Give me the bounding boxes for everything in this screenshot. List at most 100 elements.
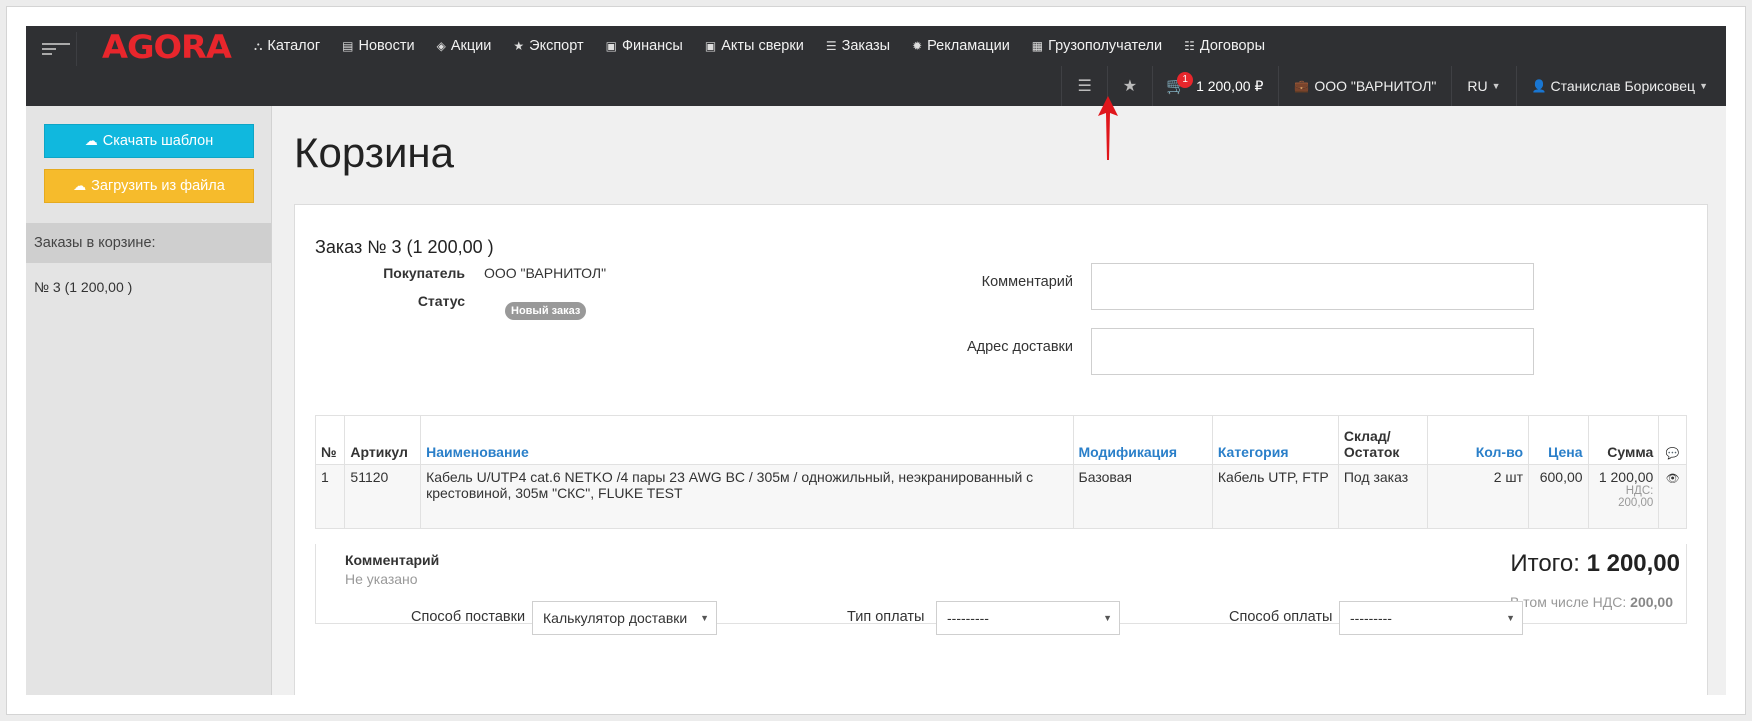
col-name-sort[interactable]: Наименование [420,415,1074,465]
upload-file-button[interactable]: ☁ Загрузить из файла [44,169,254,203]
cart-count-badge: 1 [1177,72,1194,88]
button-label: Загрузить из файла [91,178,225,194]
cell-name: Кабель U/UTP4 cat.6 NETKO /4 пары 23 AWG… [420,464,1074,529]
cell-article: 51120 [344,464,422,529]
nav-label: Каталог [267,38,321,54]
nav-item-export[interactable]: ★ Экспорт [513,38,583,54]
red-arrow-annotation [1098,96,1118,160]
star-icon: ★ [1122,78,1138,95]
vat-value: 200,00 [1630,594,1673,610]
summary-comment-value: Не указано [345,571,418,587]
summary-comment-label: Комментарий [345,552,440,568]
col-category-sort[interactable]: Категория [1211,415,1339,465]
sum-value: 1 200,00 [1598,469,1654,485]
eye-slash-icon[interactable]: 👁 [1666,473,1680,485]
status-label: Статус [417,293,465,309]
star-icon: ★ [513,39,525,53]
nav-label: Экспорт [529,38,584,54]
company-name: ООО "ВАРНИТОЛ" [1314,78,1437,94]
divider [76,32,77,66]
chevron-down-icon: ▼ [1506,613,1515,623]
language-label: RU [1467,78,1488,94]
main-nav: ⛬ Каталог ▤ Новости ◈ Акции ★ Экспорт ▣ Финан… [254,26,1287,66]
nav-item-contracts[interactable]: ☷ Договоры [1184,38,1265,54]
brand-logo[interactable]: AGORA [102,29,232,65]
cell-qty: 2 шт [1427,464,1530,529]
col-price-sort[interactable]: Цена [1528,415,1589,465]
chevron-down-icon: ▼ [1103,613,1112,623]
cloud-download-icon: ☁ [84,133,98,148]
sidebar: ☁ Скачать шаблон ☁ Загрузить из файла Зака… [26,106,272,695]
total-label: Итого: [1510,550,1580,577]
sitemap-icon: ⛬ [254,38,263,53]
col-sum: Сумма [1587,415,1660,465]
nav-item-reconciliation[interactable]: ▣ Акты сверки [705,38,804,54]
nav-item-claims[interactable]: ✹ Рекламации [912,38,1010,54]
tags-icon: ◈ [436,39,446,53]
hamburger-menu-icon[interactable] [42,40,70,60]
vat-label: В том числе НДС: [1509,594,1627,610]
nav-item-finance[interactable]: ▣ Финансы [606,38,683,54]
select-value: --------- [947,610,989,626]
payment-method-label: Способ оплаты [1229,609,1333,625]
nav-item-catalog[interactable]: ⛬ Каталог [254,38,320,54]
cart-total: 1 200,00 ₽ [1196,77,1264,94]
nav-item-consignees[interactable]: ▦ Грузополучатели [1032,38,1162,54]
app-window: AGORA ⛬ Каталог ▤ Новости ◈ Акции ★ Экспорт … [26,26,1726,695]
col-stock: Склад/ Остаток [1337,415,1429,465]
nav-item-promotions[interactable]: ◈ Акции [437,38,492,54]
cell-stock: Под заказ [1337,464,1429,529]
col-article: Артикул [344,415,422,465]
document-icon: ▤ [342,39,354,53]
nav-label: Новости [358,38,415,54]
nav-item-news[interactable]: ▤ Новости [342,38,414,54]
gear-icon: ✹ [912,39,923,53]
list-alt-icon: ☷ [1184,39,1195,53]
nav-label: Договоры [1199,38,1266,54]
download-template-button[interactable]: ☁ Скачать шаблон [44,124,254,158]
page-title: Корзина [294,129,454,176]
nav-label: Грузополучатели [1048,38,1163,54]
cart-button[interactable]: 🛒 1 1 200,00 ₽ [1152,66,1278,106]
company-selector[interactable]: 💼 ООО "ВАРНИТОЛ" [1278,66,1451,106]
table-header-row: № Артикул Наименование Модификация Катег… [314,415,1687,465]
vat-value: НДС: 200,00 [1618,485,1654,509]
cell-price: 600,00 [1528,464,1589,529]
table-row: 1 51120 Кабель U/UTP4 cat.6 NETKO /4 пар… [314,464,1687,529]
buyer-label: Покупатель [383,265,465,281]
list-icon: ☰ [1077,78,1092,95]
vat-total: В том числе НДС: 200,00 [1510,594,1673,610]
comment-field[interactable] [1091,263,1534,310]
nav-label: Рекламации [927,38,1010,54]
button-label: Скачать шаблон [102,133,214,149]
total-value: 1 200,00 [1586,550,1680,577]
cart-order-link[interactable]: № 3 (1 200,00 ) [34,279,132,295]
top-navbar: AGORA ⛬ Каталог ▤ Новости ◈ Акции ★ Экспорт … [26,26,1726,106]
buyer-value: ООО "ВАРНИТОЛ" [484,265,607,281]
select-value: --------- [1350,610,1392,626]
col-qty-sort[interactable]: Кол-во [1427,415,1530,465]
user-toolbar: ☰ ★ 🛒 1 1 200,00 ₽ 💼 ООО "ВАРНИТОЛ" RU ▼ 👤… [1061,66,1726,106]
cell-action: 👁 [1658,464,1687,529]
nav-item-orders[interactable]: ☰ Заказы [826,38,890,54]
delivery-method-select[interactable]: Калькулятор доставки ▼ [532,601,717,635]
status-badge: Новый заказ [505,302,587,320]
archive-icon: ▦ [1031,39,1044,53]
cloud-upload-icon: ☁ [73,178,87,193]
nav-label: Акты сверки [721,38,804,54]
money-icon: ▣ [605,39,617,53]
briefcase-icon: 💼 [1294,79,1310,93]
list-icon: ☰ [825,39,837,53]
cell-modification: Базовая [1072,464,1213,529]
payment-type-select[interactable]: --------- ▼ [936,601,1120,635]
payment-method-select[interactable]: --------- ▼ [1339,601,1523,635]
col-modification-sort[interactable]: Модификация [1072,415,1213,465]
user-menu[interactable]: 👤 Станислав Борисовец ▼ [1515,66,1726,106]
user-icon: 👤 [1531,79,1547,93]
caret-down-icon: ▼ [1491,81,1501,91]
language-dropdown[interactable]: RU ▼ [1451,66,1515,106]
delivery-method-label: Способ поставки [411,609,526,625]
delivery-address-field[interactable] [1091,328,1534,375]
cell-sum: 1 200,00 НДС: 200,00 [1587,464,1660,529]
order-title: Заказ № 3 (1 200,00 ) [315,237,494,257]
